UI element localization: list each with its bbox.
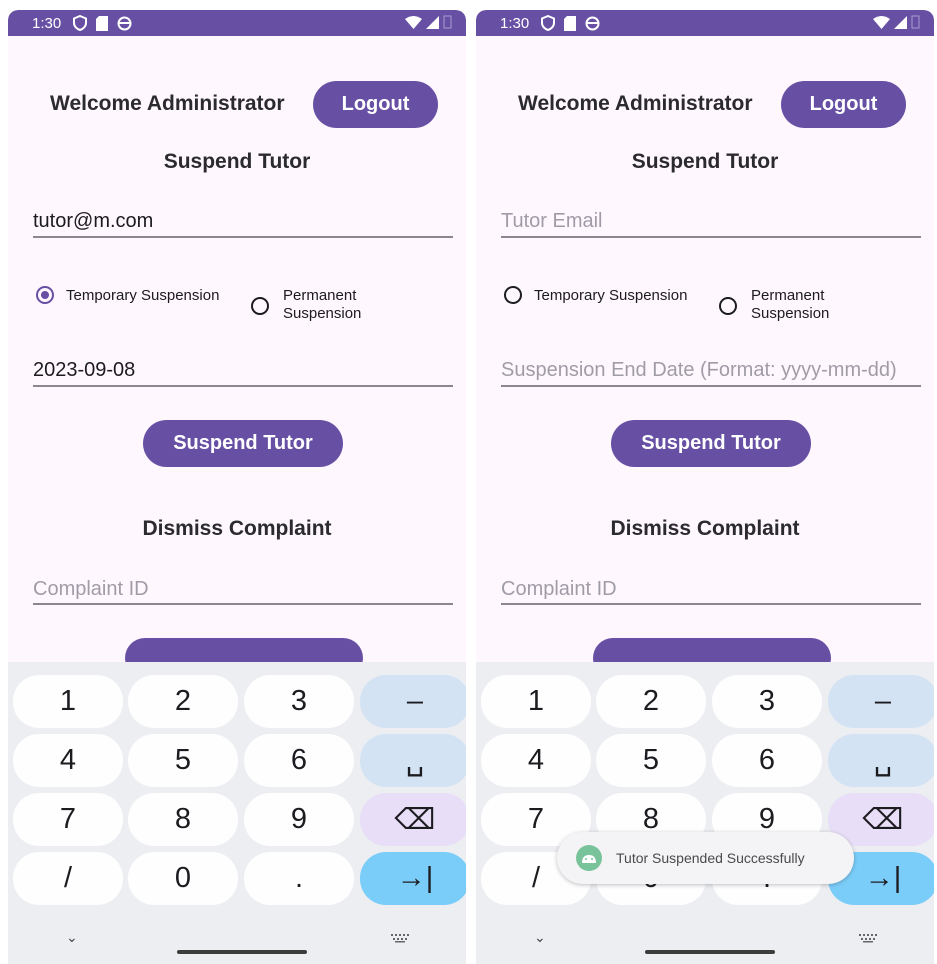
complaint-underline [33, 603, 453, 605]
logout-button[interactable]: Logout [313, 81, 438, 128]
permanent-suspension-label: Permanent Suspension [751, 287, 830, 322]
key-minus[interactable]: – [360, 675, 466, 728]
date-underline [33, 385, 453, 387]
key-space[interactable]: ␣ [360, 734, 466, 787]
email-underline [33, 236, 453, 238]
welcome-text: Welcome Administrator [50, 92, 285, 115]
suspension-end-date-input[interactable]: 2023-09-08 [33, 356, 453, 388]
temporary-suspension-radio[interactable] [504, 286, 522, 304]
suspend-tutor-heading: Suspend Tutor [631, 150, 779, 173]
key-1[interactable]: 1 [13, 675, 123, 728]
key-5[interactable]: 5 [596, 734, 706, 787]
key-2[interactable]: 2 [596, 675, 706, 728]
key-9[interactable]: 9 [244, 793, 354, 846]
key-3[interactable]: 3 [712, 675, 822, 728]
key-minus[interactable]: – [828, 675, 934, 728]
welcome-text: Welcome Administrator [518, 92, 753, 115]
key-period[interactable]: . [244, 852, 354, 905]
key-8[interactable]: 8 [128, 793, 238, 846]
key-6[interactable]: 6 [244, 734, 354, 787]
date-underline [501, 385, 921, 387]
phone-screen-right: 1:30 Welcome Administrator Logout Suspen… [476, 10, 934, 964]
key-1[interactable]: 1 [481, 675, 591, 728]
temporary-suspension-radio[interactable] [36, 286, 54, 304]
key-backspace[interactable]: ⌫ [360, 793, 466, 846]
home-gesture-bar[interactable] [177, 950, 307, 954]
home-gesture-bar[interactable] [645, 950, 775, 954]
numeric-keyboard: 1 2 3 – 4 5 6 ␣ 7 8 9 ⌫ / 0 . →| ⌄ [8, 662, 466, 964]
key-slash[interactable]: / [13, 852, 123, 905]
signal-icon [426, 15, 439, 33]
battery-icon [443, 15, 452, 33]
status-time: 1:30 [500, 14, 530, 32]
shield-icon [541, 15, 556, 31]
phone-screen-left: 1:30 Welcome Administrator Logout Suspen… [8, 10, 466, 964]
permanent-suspension-radio[interactable] [719, 297, 737, 315]
suspend-tutor-heading: Suspend Tutor [163, 150, 311, 173]
temporary-suspension-label: Temporary Suspension [534, 287, 688, 304]
status-bar: 1:30 [8, 10, 466, 36]
key-6[interactable]: 6 [712, 734, 822, 787]
wifi-icon [873, 15, 890, 33]
shield-icon [73, 15, 88, 31]
toast-message: Tutor Suspended Successfully [616, 850, 805, 866]
suspend-tutor-button[interactable]: Suspend Tutor [143, 420, 343, 467]
android-icon [576, 845, 602, 871]
toast-notification: Tutor Suspended Successfully [557, 832, 854, 884]
key-3[interactable]: 3 [244, 675, 354, 728]
sync-icon [117, 16, 132, 31]
chevron-down-icon[interactable]: ⌄ [534, 929, 546, 946]
status-time: 1:30 [32, 14, 62, 32]
keyboard-switch-icon[interactable] [858, 930, 878, 948]
dismiss-complaint-heading: Dismiss Complaint [142, 517, 332, 540]
sd-card-icon [564, 15, 577, 31]
logout-button[interactable]: Logout [781, 81, 906, 128]
battery-icon [911, 15, 920, 33]
tutor-email-input[interactable]: Tutor Email [501, 207, 921, 239]
key-space[interactable]: ␣ [828, 734, 934, 787]
key-next[interactable]: →| [360, 852, 466, 905]
suspend-tutor-button[interactable]: Suspend Tutor [611, 420, 811, 467]
key-4[interactable]: 4 [13, 734, 123, 787]
status-bar: 1:30 [476, 10, 934, 36]
permanent-suspension-radio[interactable] [251, 297, 269, 315]
signal-icon [894, 15, 907, 33]
temporary-suspension-label: Temporary Suspension [66, 287, 220, 304]
complaint-underline [501, 603, 921, 605]
sd-card-icon [96, 15, 109, 31]
sync-icon [585, 16, 600, 31]
wifi-icon [405, 15, 422, 33]
dismiss-complaint-heading: Dismiss Complaint [610, 517, 800, 540]
keyboard-switch-icon[interactable] [390, 930, 410, 948]
key-0[interactable]: 0 [128, 852, 238, 905]
email-underline [501, 236, 921, 238]
suspension-end-date-input[interactable]: Suspension End Date (Format: yyyy-mm-dd) [501, 356, 921, 388]
key-2[interactable]: 2 [128, 675, 238, 728]
chevron-down-icon[interactable]: ⌄ [66, 929, 78, 946]
key-7[interactable]: 7 [13, 793, 123, 846]
permanent-suspension-label: Permanent Suspension [283, 287, 362, 322]
numeric-keyboard: 1 2 3 – 4 5 6 ␣ 7 8 9 ⌫ / 0 . →| ⌄ [476, 662, 934, 964]
tutor-email-input[interactable]: tutor@m.com [33, 207, 453, 239]
key-5[interactable]: 5 [128, 734, 238, 787]
key-4[interactable]: 4 [481, 734, 591, 787]
